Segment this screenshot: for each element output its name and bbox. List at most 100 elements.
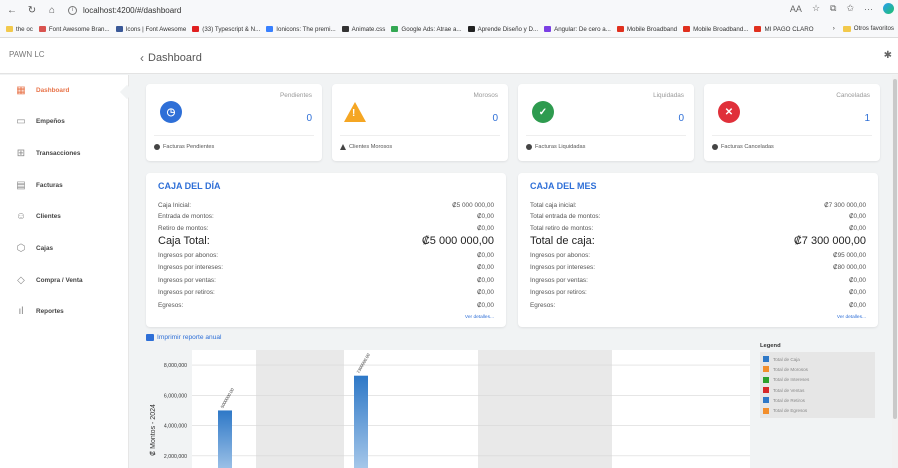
bookmark-item[interactable]: Google Ads: Atrae a... [391,25,462,33]
stat-card-liquidadas[interactable]: ✓ Liquidadas 0 Facturas Liquidadas [518,84,694,161]
legend-title: Legend [760,343,781,349]
home-icon[interactable]: ⌂ [44,5,60,16]
read-aloud-badge[interactable]: AA [790,4,802,14]
caja-detail-label: Ingresos por ventas: [530,276,588,284]
bookmark-item[interactable]: Ionicons: The premi... [266,25,336,33]
bookmarks-right: › Otros favoritos [833,25,894,32]
caja-row-label: Total caja inicial: [530,201,577,209]
caja-detail-value: ₡0,00 [848,301,866,309]
other-favorites-label: Otros favoritos [853,25,894,32]
legend-item[interactable]: Total de Ventas [763,385,872,395]
info-circle-icon [526,144,532,150]
bookmark-item[interactable]: Aprende Diseño y D... [467,26,538,33]
other-favorites[interactable]: Otros favoritos [842,25,894,32]
sidebar-item-cajas[interactable]: ⬡ Cajas [0,239,129,257]
stat-card-morosos[interactable]: !Morosos0Clientes Morosos! [332,84,508,161]
address-bar[interactable]: i localhost:4200/#/dashboard [68,5,181,15]
stat-value: 1 [864,113,870,124]
stat-card-pendientes[interactable]: ◷ Pendientes 0 Facturas Pendientes [146,84,322,161]
bookmark-item[interactable]: Font Awesome Bran... [38,26,110,33]
back-icon[interactable]: ← [4,5,20,16]
stat-footer-text: Facturas Canceladas [721,144,774,150]
legend-swatch [763,376,769,383]
divider [526,135,686,136]
bookmark-label: (33) Typescript & N... [202,25,261,33]
stat-footer: Clientes Morosos [340,144,392,150]
check-circle-icon: ✓ [532,101,554,123]
bookmark-item[interactable]: Mobile Broadband... [683,26,748,33]
legend-label: Total de Caja [773,356,800,362]
bookmark-item[interactable]: (33) Typescript & N... [192,26,260,33]
sidebar-item-facturas[interactable]: ▤ Facturas [0,176,129,194]
ver-detalles-link[interactable]: Ver detalles... [837,315,866,320]
caja-detail-row: Ingresos por ventas: ₡0,00 [530,274,866,286]
sidebar-item-empeños[interactable]: ▭ Empeños [0,112,129,130]
sidebar-item-transacciones[interactable]: ⊞ Transacciones [0,144,129,162]
split-screen-icon[interactable]: ⧉ [830,3,836,14]
sidebar-item-label: Clientes [36,212,61,220]
stat-card-canceladas[interactable]: ✕ Canceladas 1 Facturas Canceladas [704,84,880,161]
bookmarks-overflow-icon[interactable]: › [833,25,835,32]
print-annual-report-link[interactable]: Imprimir reporte anual [146,334,222,341]
bookmark-item[interactable]: Icons | Font Awesome [115,26,186,33]
sidebar-item-reportes[interactable]: ıl Reportes [0,302,129,320]
bookmark-item[interactable]: Mobile Broadband [616,26,677,33]
more-icon[interactable]: ··· [864,4,873,14]
bookmark-favicon-icon [544,26,552,32]
chart-band [478,350,612,468]
bookmark-favicon-icon [115,26,123,32]
caja-total-label: Total de caja: [530,234,595,247]
sidebar-item-label: Empeños [36,117,65,125]
favorite-star-icon[interactable]: ☆ [812,3,820,14]
legend-item[interactable]: Total de Retiros [763,395,872,405]
tag-icon: ◇ [17,274,25,286]
bookmark-item[interactable]: the oc [6,26,33,33]
legend-swatch [763,366,769,373]
sidebar-item-dashboard[interactable]: ▦ Dashboard [0,81,129,99]
y-tick-label: 8,000,000 [164,363,187,369]
stat-label: Pendientes [280,92,312,99]
bookmark-item[interactable]: Animate.css [341,26,385,33]
site-info-icon[interactable]: i [68,5,77,15]
plus-square-icon: ⊞ [16,147,26,159]
caja-detail-row: Ingresos por intereses: ₡0,00 [158,262,494,274]
bookmark-item[interactable]: Angular: De cero a... [544,26,611,33]
caja-total-label: Caja Total: [158,234,210,247]
caja-total-value: ₡7 300 000,00 [793,234,866,247]
stat-footer: Facturas Canceladas [712,144,774,150]
caja-del-dia-title: CAJA DEL DÍA [158,181,221,191]
legend-item[interactable]: Total de Egresos [763,405,872,415]
bookmark-item[interactable]: MI PAGO CLARO [754,26,814,33]
print-annual-report-label: Imprimir reporte anual [157,334,222,341]
chevron-left-icon[interactable]: ‹ [140,51,144,65]
legend-label: Total de Intereses [773,377,810,383]
sidebar-item-label: Dashboard [36,86,70,94]
gear-icon[interactable]: ✱ [884,50,892,61]
bookmark-favicon-icon [467,26,475,32]
legend-item[interactable]: Total de Morosos [763,364,872,374]
sidebar-item-clientes[interactable]: ☺ Clientes [0,207,129,225]
legend-item[interactable]: Total de Intereses [763,375,872,385]
bookmark-label: Google Ads: Atrae a... [401,25,462,33]
reload-icon[interactable]: ↻ [24,5,40,16]
edge-copilot-icon[interactable] [883,3,894,14]
legend-item[interactable]: Total de Caja [763,354,872,364]
sidebar-item-label: Cajas [36,244,54,252]
browser-toolbar: ← ↻ ⌂ i localhost:4200/#/dashboard AA ☆ … [0,0,898,38]
scrollbar-thumb[interactable] [893,79,897,419]
y-tick-label: 4,000,000 [164,424,187,430]
caja-detail-label: Ingresos por abonos: [158,252,219,259]
breadcrumb[interactable]: ‹ Dashboard [140,51,202,65]
y-axis-label: ₡ Montos - 2024 [149,404,157,456]
bar-total-de-caja[interactable] [354,375,368,468]
caja-row-label: Caja Inicial: [158,201,192,209]
sidebar-item-compra-venta[interactable]: ◇ Compra / Venta [0,271,129,289]
caja-detail-row: Egresos: ₡0,00 [158,299,494,311]
stat-label: Morosos [473,92,498,99]
bar-total-de-caja[interactable] [218,410,232,468]
bookmark-label: Ionicons: The premi... [276,25,336,33]
favorites-icon[interactable]: ✩ [846,3,854,14]
legend-swatch [763,356,769,363]
credit-card-icon: ▭ [16,115,26,127]
ver-detalles-link[interactable]: Ver detalles... [465,315,494,320]
